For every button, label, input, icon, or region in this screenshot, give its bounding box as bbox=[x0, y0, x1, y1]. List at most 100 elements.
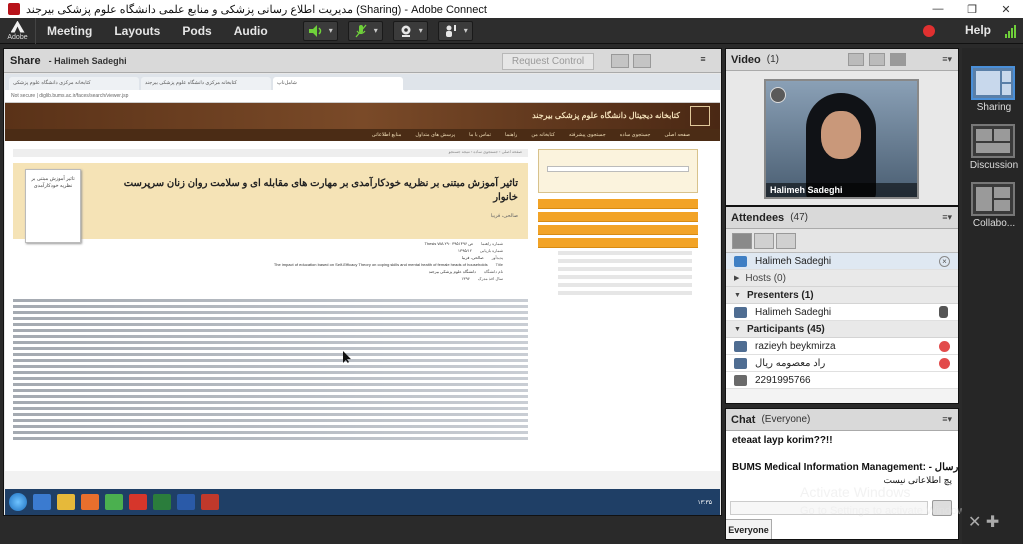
fit-screen-icon[interactable] bbox=[633, 54, 651, 68]
microphone-control[interactable]: ▾ bbox=[347, 20, 383, 41]
recording-indicator-icon[interactable] bbox=[923, 25, 935, 37]
browser-tab-strip: کتابخانه مرکزی دانشگاه علوم پزشکی کتابخا… bbox=[5, 74, 720, 90]
site-nav-item[interactable]: کتابخانه من bbox=[531, 132, 555, 138]
pod-menu-icon[interactable]: ≡ bbox=[694, 54, 712, 68]
participant-user-icon bbox=[734, 340, 747, 352]
window-title: مدیریت اطلاع رسانی پزشکی و منابع علمی دا… bbox=[26, 3, 487, 16]
list-view-icon[interactable] bbox=[732, 232, 752, 249]
close-window-button[interactable]: ✕ bbox=[989, 0, 1023, 18]
maximize-button[interactable]: ❐ bbox=[955, 0, 989, 18]
menu-help[interactable]: Help bbox=[965, 23, 991, 37]
attendee-row[interactable]: 2291995766 bbox=[726, 372, 958, 389]
hosts-group[interactable]: ▶ Hosts (0) bbox=[726, 270, 958, 287]
layout-collaboration-thumbnail[interactable] bbox=[971, 182, 1015, 216]
participants-group[interactable]: ▼ Participants (45) bbox=[726, 321, 958, 338]
sidebar-orange-button[interactable] bbox=[538, 212, 698, 222]
site-navigation: منابع اطلاعاتی پرسش های متداول تماس با م… bbox=[5, 129, 720, 141]
pod-menu-icon[interactable]: ≡▾ bbox=[942, 414, 952, 425]
attendee-row[interactable]: راد معصومه ریال bbox=[726, 355, 958, 372]
menu-pods[interactable]: Pods bbox=[171, 24, 222, 38]
site-nav-item[interactable]: صفحه اصلی bbox=[664, 132, 690, 138]
attendees-pod-title: Attendees bbox=[731, 211, 785, 224]
taskbar-app-icon[interactable] bbox=[129, 494, 147, 510]
meta-key: نام دانشگاه bbox=[483, 269, 503, 274]
attendee-name: Halimeh Sadeghi bbox=[755, 306, 832, 318]
folder-icon[interactable] bbox=[57, 494, 75, 510]
taskbar-app-icon[interactable] bbox=[33, 494, 51, 510]
sidebar-orange-button[interactable] bbox=[538, 238, 698, 248]
shared-screen[interactable]: کتابخانه مرکزی دانشگاه علوم پزشکی کتابخا… bbox=[5, 74, 720, 515]
fullscreen-icon[interactable] bbox=[655, 54, 673, 68]
article-thumbnail[interactable]: تاثیر آموزش مبتنی بر نظریه خودکارآمدی bbox=[25, 169, 81, 243]
layout-discussion-label[interactable]: Discussion bbox=[966, 160, 1022, 171]
sidebar-orange-button[interactable] bbox=[538, 199, 698, 209]
fullscreen-icon[interactable] bbox=[912, 53, 928, 66]
video-layout-icon[interactable] bbox=[869, 53, 885, 66]
menu-audio[interactable]: Audio bbox=[223, 24, 279, 38]
meta-value: The impact of education based on Self-Ef… bbox=[273, 262, 488, 267]
meta-key: شماره راهنما bbox=[481, 241, 503, 246]
fit-width-icon[interactable] bbox=[611, 54, 629, 68]
browser-tab[interactable]: کتابخانه مرکزی دانشگاه علوم پزشکی بیرجند bbox=[141, 77, 271, 90]
attendees-pod: Attendees (47) ≡▾ Halimeh Sadeghi × ▶ Ho… bbox=[725, 206, 959, 404]
chrome-icon[interactable] bbox=[105, 494, 123, 510]
layout-collaboration-label[interactable]: Collabo... bbox=[966, 218, 1022, 229]
article-column: صفحه اصلی › جستجوی ساده › نتیجه جستجو تا… bbox=[13, 149, 528, 440]
layout-sharing-label[interactable]: Sharing bbox=[966, 102, 1022, 113]
meta-key: Title bbox=[495, 262, 503, 267]
chevron-down-icon: ▾ bbox=[463, 26, 468, 35]
excel-icon[interactable] bbox=[153, 494, 171, 510]
site-nav-item[interactable]: پرسش های متداول bbox=[415, 132, 455, 138]
webcam-control[interactable]: ▾ bbox=[392, 20, 428, 41]
menu-layouts[interactable]: Layouts bbox=[103, 24, 171, 38]
pod-menu-icon[interactable]: ≡▾ bbox=[942, 54, 952, 65]
chat-tab-everyone[interactable]: Everyone bbox=[726, 519, 772, 539]
breakout-view-icon[interactable] bbox=[754, 232, 774, 249]
layout-sharing-thumbnail[interactable] bbox=[971, 66, 1015, 100]
presenters-group[interactable]: ▼ Presenters (1) bbox=[726, 287, 958, 304]
status-control[interactable]: ▾ bbox=[437, 20, 473, 41]
meta-key: شماره بازیابی bbox=[479, 248, 503, 253]
site-nav-item[interactable]: جستجوی پیشرفته bbox=[569, 132, 606, 138]
attendee-row[interactable]: Halimeh Sadeghi bbox=[726, 304, 958, 321]
browser-address-bar[interactable]: Not secure | diglib.bums.ac.ir/faces/sea… bbox=[5, 90, 720, 103]
site-nav-item[interactable]: راهنما bbox=[505, 132, 517, 138]
site-nav-item[interactable]: منابع اطلاعاتی bbox=[372, 132, 402, 138]
windows-start-icon[interactable] bbox=[9, 493, 27, 511]
share-pod: Share - Halimeh Sadeghi Request Control … bbox=[3, 48, 722, 516]
minimize-button[interactable]: — bbox=[921, 0, 955, 18]
attendee-name: 2291995766 bbox=[755, 374, 811, 386]
site-nav-item[interactable]: جستجوی ساده bbox=[620, 132, 651, 138]
sidebar-search-input[interactable] bbox=[547, 166, 689, 172]
site-nav-item[interactable]: تماس با ما bbox=[469, 132, 491, 138]
word-icon[interactable] bbox=[177, 494, 195, 510]
video-layout-icon[interactable] bbox=[890, 53, 906, 66]
title-bar: مدیریت اطلاع رسانی پزشکی و منابع علمی دا… bbox=[0, 0, 1023, 18]
meta-row: ۱۳۹۵/۱۲ شماره بازیابی bbox=[73, 248, 503, 254]
share-pod-header: Share - Halimeh Sadeghi Request Control … bbox=[4, 49, 721, 73]
attendee-self-row[interactable]: Halimeh Sadeghi × bbox=[726, 253, 958, 270]
attendee-name: razieyh beykmirza bbox=[755, 340, 836, 352]
browser-tab[interactable]: شامل‌ناپ bbox=[273, 77, 403, 90]
speaker-control[interactable]: ▾ bbox=[302, 20, 338, 41]
webcam-feed[interactable]: Halimeh Sadeghi bbox=[764, 79, 919, 199]
breadcrumb: صفحه اصلی › جستجوی ساده › نتیجه جستجو bbox=[13, 149, 528, 157]
adobe-connect-window: مدیریت اطلاع رسانی پزشکی و منابع علمی دا… bbox=[0, 0, 1023, 544]
video-layout-icon[interactable] bbox=[848, 53, 864, 66]
menu-meeting[interactable]: Meeting bbox=[36, 24, 103, 38]
browser-tab[interactable]: کتابخانه مرکزی دانشگاه علوم پزشکی bbox=[9, 77, 139, 90]
request-control-button[interactable]: Request Control bbox=[502, 53, 594, 70]
participant-user-icon bbox=[734, 357, 747, 369]
sidebar-orange-button[interactable] bbox=[538, 225, 698, 235]
pod-menu-icon[interactable]: ≡▾ bbox=[942, 212, 952, 223]
status-view-icon[interactable] bbox=[776, 232, 796, 249]
adobe-connect-taskbar-icon[interactable] bbox=[201, 494, 219, 510]
thumbnail-text: تاثیر آموزش مبتنی بر نظریه خودکارآمدی bbox=[31, 176, 75, 189]
presenter-badge-icon bbox=[770, 87, 786, 103]
rail-tools-icons[interactable]: ✕ ✚ bbox=[968, 512, 999, 532]
attendee-row[interactable]: razieyh beykmirza bbox=[726, 338, 958, 355]
meta-row: Thesis WA ۲۹۰ ص ۳۹۵۱۳۹۶ شماره راهنما bbox=[73, 241, 503, 247]
layout-discussion-thumbnail[interactable] bbox=[971, 124, 1015, 158]
taskbar-app-icon[interactable] bbox=[81, 494, 99, 510]
close-icon[interactable]: × bbox=[939, 255, 950, 267]
